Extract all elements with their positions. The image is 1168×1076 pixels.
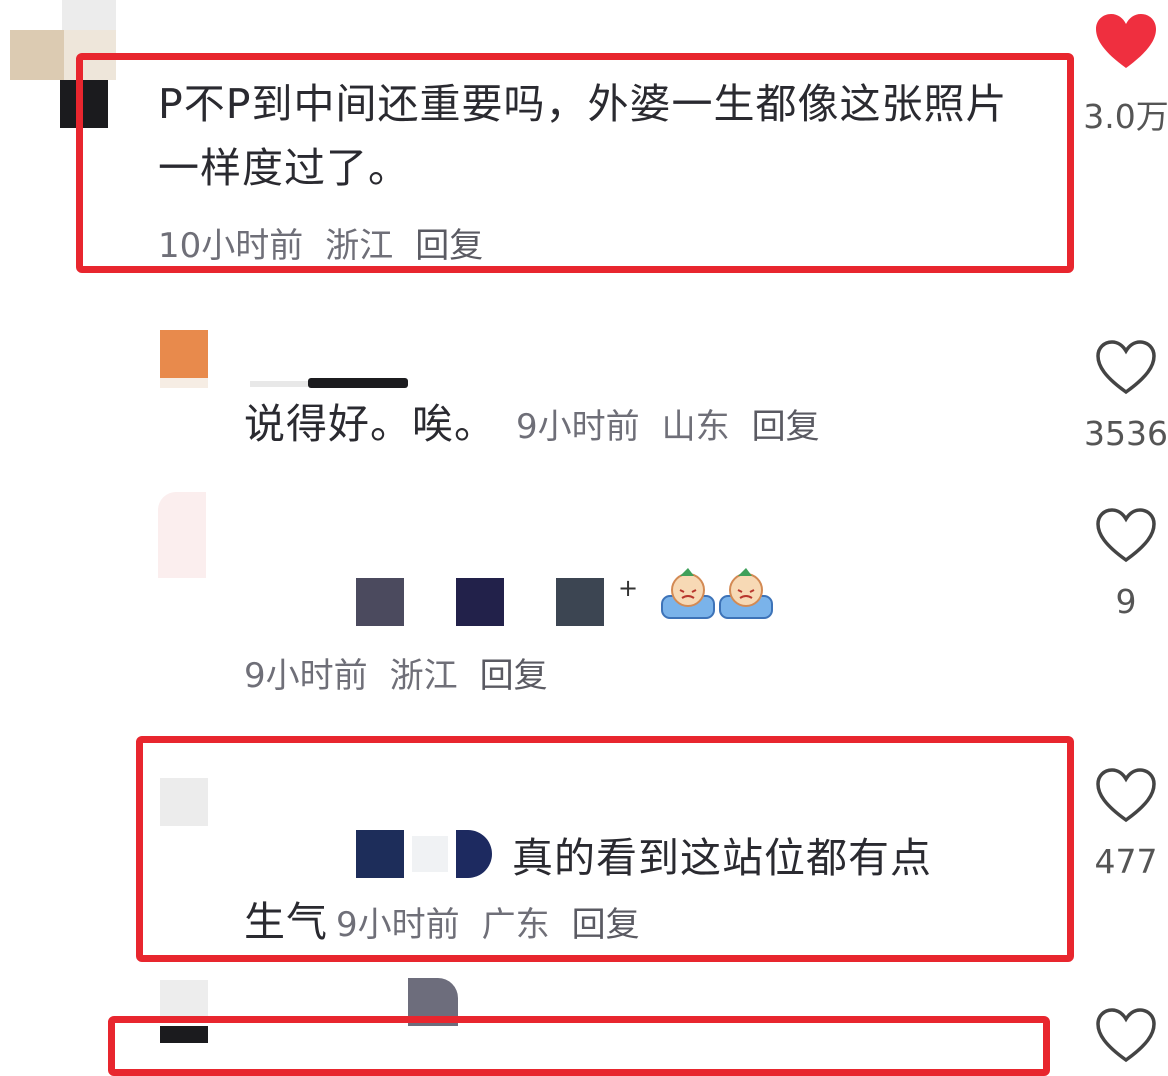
comment-time: 9小时前 [336,905,460,945]
comment-time: 9小时前 [244,656,368,696]
username-redacted [250,378,410,390]
reply-button[interactable]: 回复 [572,905,640,945]
redacted-text: + [356,574,656,630]
like-count: 3536 [1084,414,1168,453]
heart-icon[interactable] [1094,12,1158,70]
comment-location: 浙江 [389,656,458,696]
highlight-box [108,1016,1050,1076]
heart-icon[interactable] [1094,766,1158,824]
comment-time: 9小时前 [516,407,640,447]
heart-icon[interactable] [1094,338,1158,396]
avatar[interactable] [160,330,210,390]
like-count: 3.0万 [1083,97,1168,136]
comment-line: 说得好。唉。 9小时前 山东 回复 [244,392,842,456]
comment-location: 广东 [481,905,550,945]
comment-line2: 生气 9小时前 广东 回复 [244,890,662,954]
avatar[interactable] [160,778,208,826]
comment-location: 浙江 [325,226,394,266]
crying-emoji-icon [660,566,776,622]
heart-icon[interactable] [1094,506,1158,564]
avatar[interactable] [158,492,208,580]
reply-button[interactable]: 回复 [752,407,820,447]
like-count: 477 [1094,842,1158,881]
comment-text: 说得好。唉。 [244,400,496,448]
comment-text-line2: 生气 [244,898,328,946]
heart-icon[interactable] [1094,1006,1158,1064]
comment-time: 10小时前 [158,226,304,266]
comment-location: 山东 [661,407,730,447]
like-count: 9 [1115,582,1137,621]
reply-button[interactable]: 回复 [480,656,548,696]
comment-meta: 10小时前 浙江 回复 [158,218,505,267]
comment-meta: 9小时前 浙江 回复 [244,648,570,697]
reply-button[interactable]: 回复 [415,226,483,266]
redacted-text [356,830,496,878]
comment-text: P不P到中间还重要吗，外婆一生都像这张照片一样度过了。 [158,80,1008,192]
comment-text-line1: 真的看到这站位都有点 [512,834,932,882]
